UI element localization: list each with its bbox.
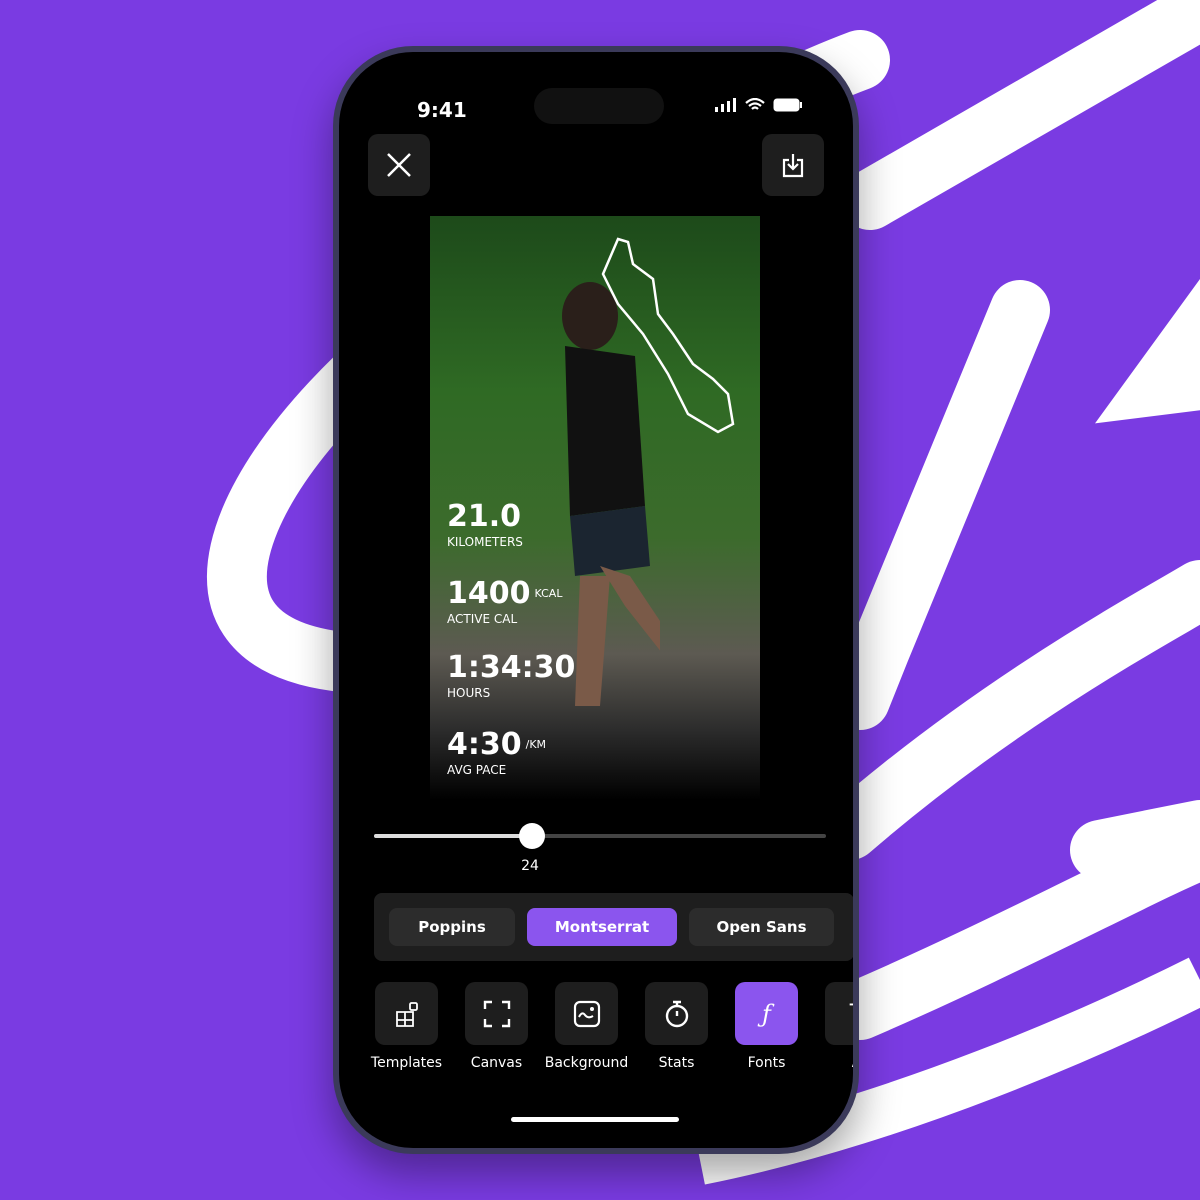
phone-frame: 9:41 21.0 KILOMETERS 1400 KCAL ACTIVE CAL 1… bbox=[333, 46, 859, 1154]
stat-duration: 1:34:30 HOURS bbox=[447, 650, 576, 701]
tool-text[interactable]: TA bbox=[825, 982, 853, 1071]
tool-label: Fonts bbox=[747, 1055, 786, 1071]
stat-label: AVG PACE bbox=[447, 763, 507, 777]
tool-label: Background bbox=[544, 1055, 629, 1071]
stat-value: 1400 bbox=[447, 576, 531, 611]
tool-templates[interactable]: Templates bbox=[371, 982, 442, 1071]
stat-label: KILOMETERS bbox=[447, 535, 523, 549]
tool-stats[interactable]: Stats bbox=[645, 982, 708, 1071]
stat-distance: 21.0 KILOMETERS bbox=[447, 499, 523, 550]
tool-label: Templates bbox=[370, 1055, 443, 1071]
stat-pace: 4:30/KM AVG PACE bbox=[447, 727, 547, 778]
slider-value: 24 bbox=[521, 858, 539, 874]
battery-icon bbox=[773, 98, 802, 112]
stat-unit: /KM bbox=[525, 738, 547, 751]
image-icon bbox=[573, 1000, 600, 1027]
stat-value: 21.0 bbox=[447, 499, 522, 534]
stat-value: 4:30 bbox=[447, 727, 522, 762]
status-time: 9:41 bbox=[417, 98, 467, 122]
screen: 9:41 21.0 KILOMETERS 1400 KCAL ACTIVE CAL 1… bbox=[339, 52, 853, 1148]
slider-thumb[interactable] bbox=[519, 823, 546, 849]
font-option-poppins[interactable]: Poppins bbox=[389, 908, 515, 946]
tool-background[interactable]: Background bbox=[545, 982, 628, 1071]
dynamic-island bbox=[534, 88, 664, 124]
tool-label: A bbox=[852, 1055, 853, 1071]
story-preview[interactable]: 21.0 KILOMETERS 1400 KCAL ACTIVE CAL 1:34:3… bbox=[430, 216, 760, 800]
tool-label: Stats bbox=[658, 1055, 695, 1071]
home-indicator bbox=[511, 1117, 679, 1122]
templates-icon bbox=[395, 1001, 418, 1027]
stat-unit: KCAL bbox=[534, 587, 563, 600]
download-button[interactable] bbox=[762, 134, 824, 196]
tool-bar: Templates Canvas Background Stats ƒ Fonts… bbox=[371, 982, 853, 1071]
download-icon bbox=[782, 154, 804, 178]
font-option-montserrat[interactable]: Montserrat bbox=[527, 908, 677, 946]
font-option-open-sans[interactable]: Open Sans bbox=[689, 908, 834, 946]
signal-icon bbox=[715, 98, 736, 112]
tool-fonts[interactable]: ƒ Fonts bbox=[735, 982, 798, 1071]
font-size-slider[interactable] bbox=[374, 823, 826, 849]
stopwatch-icon bbox=[665, 1000, 688, 1027]
route-map bbox=[601, 237, 735, 434]
slider-fill bbox=[374, 834, 533, 838]
font-icon: ƒ bbox=[762, 999, 771, 1028]
stat-label: ACTIVE CAL bbox=[447, 612, 518, 626]
text-icon: T bbox=[850, 1001, 853, 1026]
canvas-icon bbox=[483, 1000, 510, 1027]
tool-canvas[interactable]: Canvas bbox=[465, 982, 528, 1071]
wifi-icon bbox=[745, 98, 765, 110]
close-icon bbox=[387, 153, 411, 177]
stat-label: HOURS bbox=[447, 686, 491, 700]
close-button[interactable] bbox=[368, 134, 430, 196]
tool-label: Canvas bbox=[470, 1055, 523, 1071]
font-picker: Poppins Montserrat Open Sans bbox=[374, 893, 853, 961]
stat-value: 1:34:30 bbox=[447, 650, 576, 685]
stat-calories: 1400 KCAL ACTIVE CAL bbox=[447, 576, 563, 627]
status-icons bbox=[715, 98, 803, 112]
